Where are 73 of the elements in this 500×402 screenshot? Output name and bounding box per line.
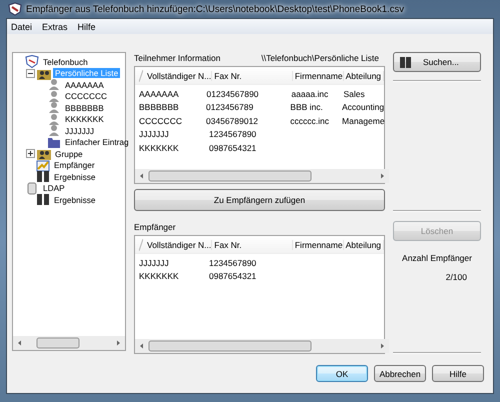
- menu-item[interactable]: Extras: [42, 22, 68, 32]
- people-icon: [37, 147, 51, 160]
- table-cell-text: JJJJJJJ: [138, 129, 170, 140]
- sort-icon: [139, 70, 143, 82]
- column-header[interactable]: Vollständiger N...: [145, 70, 212, 80]
- section-label: Empfänger: [134, 222, 176, 232]
- tree-item[interactable]: Ergebnisse: [52, 194, 98, 205]
- table-cell-text: 03456789012: [205, 116, 260, 126]
- table-cell-text: KKKKKKK: [138, 142, 180, 153]
- folder-icon: [47, 136, 61, 149]
- table-cell-text: 01234567890: [206, 88, 260, 99]
- table-cell-text: BBBBBBB: [138, 102, 180, 112]
- book-icon: [36, 170, 50, 184]
- person-icon: [47, 112, 61, 126]
- table-cell-text: AAAAAAA: [138, 88, 180, 99]
- table-cell-text: BBB inc.: [289, 102, 324, 112]
- table-cell-text: aaaaa.inc: [290, 88, 330, 99]
- column-header[interactable]: Fax Nr.: [212, 240, 293, 250]
- dialog-button[interactable]: Hilfe: [432, 365, 484, 382]
- table-cell-text: Accounting: [341, 102, 384, 112]
- tree-item[interactable]: AAAAAAA: [63, 80, 106, 90]
- tree-item[interactable]: Telefonbuch: [41, 56, 90, 67]
- table-cell-text: 1234567890: [208, 258, 258, 268]
- menu-item[interactable]: Datei: [11, 22, 32, 32]
- path-label: \\Telefonbuch\Persönliche Liste: [261, 53, 379, 63]
- table-cell-text: 0123456789: [205, 102, 254, 112]
- server-icon: [25, 182, 39, 195]
- table-cell-text: Sales: [342, 88, 366, 99]
- shield-icon: [25, 55, 39, 68]
- tree-item[interactable]: KKKKKKK: [63, 114, 106, 124]
- count-value: 2/100: [444, 272, 468, 282]
- column-header[interactable]: Firmenname: [292, 70, 344, 80]
- tree-item[interactable]: Empfänger: [52, 160, 97, 170]
- table-cell-text: Manageme: [341, 116, 384, 126]
- sort-icon: [139, 238, 143, 250]
- column-header[interactable]: Vollständiger N...: [145, 240, 212, 250]
- window-title: Empfänger aus Telefonbuch hinzufügen:C:\Users\notebook\Desktop\test\PhoneBook1.csv: [26, 4, 404, 14]
- table-cell-text: 0987654321: [208, 271, 258, 282]
- dialog-button[interactable]: OK: [316, 365, 368, 382]
- table-cell-text: KKKKKKK: [138, 271, 180, 282]
- tree-item[interactable]: BBBBBBB: [63, 102, 106, 113]
- scrollbar[interactable]: [13, 336, 125, 350]
- tree-item[interactable]: Ergebnisse: [52, 172, 98, 182]
- person-icon: [47, 101, 61, 114]
- table-cell-text: cccccc.inc: [289, 116, 330, 126]
- section-label: Teilnehmer Information: [134, 53, 220, 63]
- add-to-recipients-button[interactable]: Zu Empfängern zufügen: [134, 189, 385, 211]
- app-icon: [8, 2, 22, 16]
- count-label: Anzahl Empfänger: [401, 253, 473, 263]
- dialog-button[interactable]: Abbrechen: [374, 365, 426, 382]
- table-cell-text: CCCCCCC: [138, 116, 183, 126]
- tree-item[interactable]: Einfacher Eintrag: [63, 137, 131, 148]
- tree-item[interactable]: CCCCCCC: [63, 91, 109, 102]
- table-cell-text: JJJJJJJ: [138, 258, 170, 268]
- chart-icon: [36, 158, 50, 172]
- expander-icon[interactable]: [26, 68, 35, 78]
- table-cell-text: 1234567890: [208, 129, 258, 140]
- expander-icon[interactable]: [26, 149, 35, 158]
- column-header[interactable]: Abteilung: [344, 240, 384, 250]
- tree-item[interactable]: LDAP: [41, 183, 67, 194]
- person-icon: [47, 78, 61, 92]
- tree-item[interactable]: Gruppe: [53, 148, 85, 159]
- person-icon: [47, 90, 61, 103]
- column-header[interactable]: Abteilung: [344, 70, 384, 80]
- table-cell-text: 0987654321: [208, 142, 258, 153]
- column-header[interactable]: Fax Nr.: [212, 70, 293, 80]
- column-header[interactable]: Firmenname: [292, 240, 344, 250]
- search-button[interactable]: Suchen...: [393, 52, 481, 72]
- book-icon: [400, 56, 411, 68]
- menu-item[interactable]: Hilfe: [78, 22, 96, 32]
- tree-item[interactable]: JJJJJJJ: [63, 126, 96, 136]
- book-icon: [36, 193, 50, 206]
- person-icon: [47, 124, 61, 138]
